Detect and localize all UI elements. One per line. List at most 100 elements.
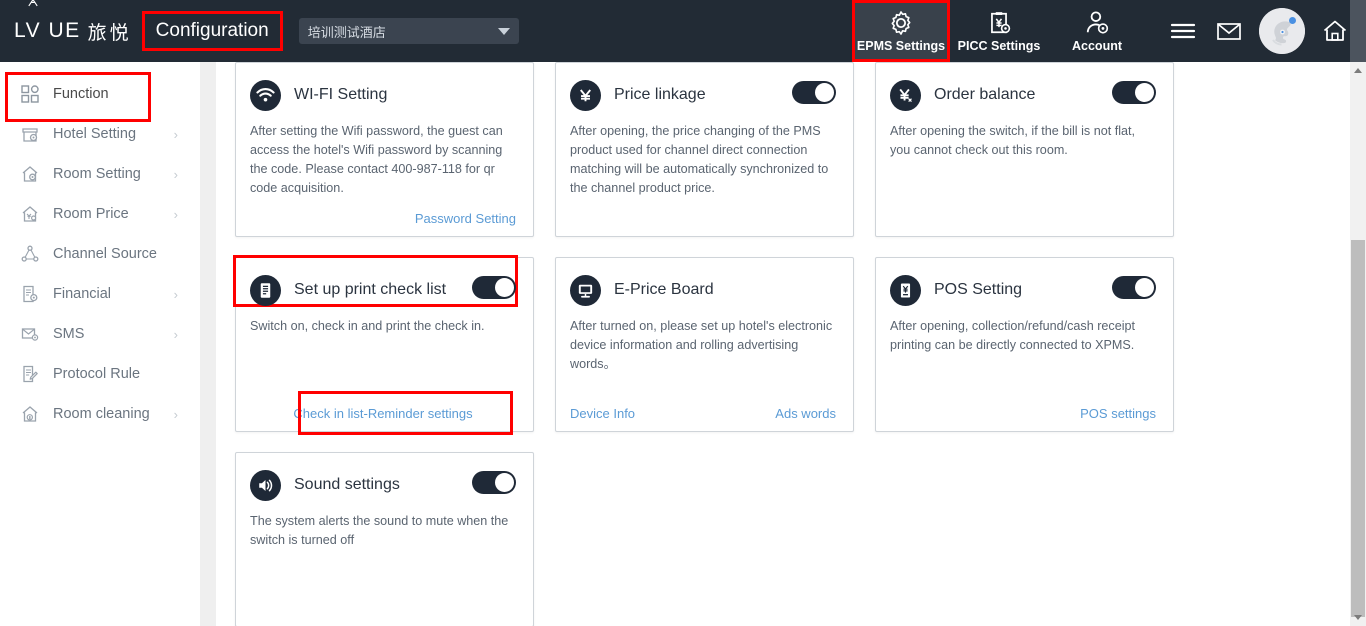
doc-pen-icon	[20, 364, 40, 384]
card-links: Check in list-Reminder settings	[250, 406, 516, 421]
avatar-status-dot	[1289, 17, 1296, 24]
sidebar-item-financial[interactable]: Financial ›	[0, 274, 200, 314]
home-gear-icon	[20, 164, 40, 184]
speaker-icon	[250, 469, 281, 501]
chevron-right-icon: ›	[173, 406, 178, 422]
cards-row-3: Sound settings The system alerts the sou…	[216, 452, 1350, 626]
pos-yen-icon	[890, 274, 921, 306]
card-set-up-print-check-list[interactable]: Set up print check list Switch on, check…	[233, 255, 534, 435]
card-links: Device Info Ads words	[570, 406, 836, 421]
price-linkage-toggle[interactable]	[792, 81, 836, 104]
card-wifi-setting[interactable]: WI-FI Setting After setting the Wifi pas…	[235, 62, 534, 237]
pos-setting-toggle[interactable]	[1112, 276, 1156, 299]
chevron-down-icon	[497, 27, 510, 35]
tab-epms-settings-label: EPMS Settings	[856, 38, 946, 53]
toggle-knob	[495, 278, 514, 297]
cards-row-1: WI-FI Setting After setting the Wifi pas…	[216, 62, 1350, 237]
checklist-icon	[250, 274, 281, 306]
card-title: Order balance	[934, 86, 1036, 103]
sidebar-item-room-price-label: Room Price	[53, 206, 129, 222]
chevron-right-icon: ›	[173, 326, 178, 342]
device-info-link[interactable]: Device Info	[570, 406, 635, 421]
sidebar-item-sms[interactable]: SMS ›	[0, 314, 200, 354]
brand-lv-text: LV UE	[14, 19, 81, 42]
home-clean-icon	[20, 404, 40, 424]
chevron-right-icon: ›	[173, 286, 178, 302]
password-setting-link[interactable]: Password Setting	[415, 211, 516, 226]
check-in-list-reminder-settings-link[interactable]: Check in list-Reminder settings	[293, 406, 472, 421]
card-links: Password Setting	[250, 211, 516, 226]
card-description: After opening, collection/refund/cash re…	[890, 319, 1136, 353]
card-sound-settings[interactable]: Sound settings The system alerts the sou…	[235, 452, 534, 626]
card-description: After opening, the price changing of the…	[570, 124, 829, 196]
sidebar-item-channel-source[interactable]: Channel Source	[0, 234, 200, 274]
card-header: WI-FI Setting	[250, 77, 516, 113]
sidebar-item-hotel-setting[interactable]: Hotel Setting ›	[0, 114, 200, 154]
wifi-icon	[250, 79, 281, 111]
toggle-knob	[1135, 278, 1154, 297]
hotel-select-value: 培训测试酒店	[307, 24, 386, 40]
order-balance-toggle[interactable]	[1112, 81, 1156, 104]
sidebar-item-function[interactable]: Function	[0, 72, 200, 122]
sidebar-item-room-setting[interactable]: Room Setting ›	[0, 154, 200, 194]
tab-picc-settings-label: PICC Settings	[957, 38, 1041, 53]
header-right-group: EPMS Settings PICC Settings Account	[852, 0, 1366, 62]
clipboard-yen-icon	[991, 11, 1011, 33]
sidebar-item-protocol-rule[interactable]: Protocol Rule	[0, 354, 200, 394]
mail-icon[interactable]	[1206, 0, 1252, 62]
tab-picc-settings[interactable]: PICC Settings	[950, 0, 1048, 62]
chevron-down-icon	[1354, 615, 1362, 620]
monitor-icon	[570, 274, 601, 306]
sidebar-item-room-cleaning[interactable]: Room cleaning ›	[0, 394, 200, 434]
tab-epms-settings[interactable]: EPMS Settings	[852, 0, 950, 62]
chevron-up-icon	[1354, 68, 1362, 73]
home-price-icon	[20, 204, 40, 224]
card-order-balance[interactable]: Order balance After opening the switch, …	[875, 62, 1174, 237]
sidebar-item-room-setting-label: Room Setting	[53, 166, 141, 182]
tab-account-label: Account	[1072, 38, 1122, 53]
card-description: Switch on, check in and print the check …	[250, 319, 485, 333]
sidebar-item-channel-source-label: Channel Source	[53, 246, 157, 262]
card-header: E-Price Board	[570, 272, 836, 308]
sidebar-item-financial-label: Financial	[53, 286, 112, 302]
toggle-knob	[815, 83, 834, 102]
card-pos-setting[interactable]: POS Setting After opening, collection/re…	[875, 257, 1174, 432]
pos-settings-link[interactable]: POS settings	[1080, 406, 1156, 421]
tab-account[interactable]: Account	[1048, 0, 1146, 62]
brand-person-icon	[28, 0, 38, 7]
sidebar-item-room-price[interactable]: Room Price ›	[0, 194, 200, 234]
toggle-knob	[495, 473, 514, 492]
body-wrap: Function Hotel Setting › Room Setting › …	[0, 62, 1366, 626]
sound-settings-toggle[interactable]	[472, 471, 516, 494]
avatar[interactable]	[1259, 8, 1305, 54]
chevron-right-icon: ›	[173, 126, 178, 142]
content-panel: WI-FI Setting After setting the Wifi pas…	[216, 62, 1350, 626]
page-scrollbar[interactable]	[1350, 62, 1366, 626]
cards-grid: WI-FI Setting After setting the Wifi pas…	[216, 62, 1350, 626]
card-header: Set up print check list	[250, 272, 516, 308]
card-description: The system alerts the sound to mute when…	[250, 514, 509, 548]
doc-gear-icon	[20, 284, 40, 304]
scrollbar-top-cap	[1350, 0, 1366, 62]
hotel-select[interactable]: 培训测试酒店	[298, 18, 519, 44]
scrollbar-thumb[interactable]	[1351, 240, 1365, 617]
print-check-list-toggle[interactable]	[472, 276, 516, 299]
menu-icon[interactable]	[1160, 0, 1206, 62]
share-nodes-icon	[20, 244, 40, 264]
sidebar-item-hotel-setting-label: Hotel Setting	[53, 126, 137, 142]
sidebar-item-protocol-rule-label: Protocol Rule	[53, 366, 141, 382]
sidebar: Function Hotel Setting › Room Setting › …	[0, 62, 200, 626]
header-icon-group	[1146, 0, 1366, 62]
card-description: After turned on, please set up hotel's e…	[570, 319, 833, 372]
card-title: Sound settings	[294, 476, 400, 493]
ads-words-link[interactable]: Ads words	[775, 406, 836, 421]
scrollbar-down-button[interactable]	[1350, 609, 1366, 626]
card-price-linkage[interactable]: Price linkage After opening, the price c…	[555, 62, 854, 237]
card-description: After setting the Wifi password, the gue…	[250, 124, 503, 196]
grid-icon	[20, 84, 40, 104]
sidebar-item-sms-label: SMS	[53, 326, 85, 342]
card-e-price-board[interactable]: E-Price Board After turned on, please se…	[555, 257, 854, 432]
yen-x-icon	[890, 79, 921, 111]
card-description: After opening the switch, if the bill is…	[890, 124, 1136, 158]
scrollbar-up-button[interactable]	[1350, 62, 1366, 79]
